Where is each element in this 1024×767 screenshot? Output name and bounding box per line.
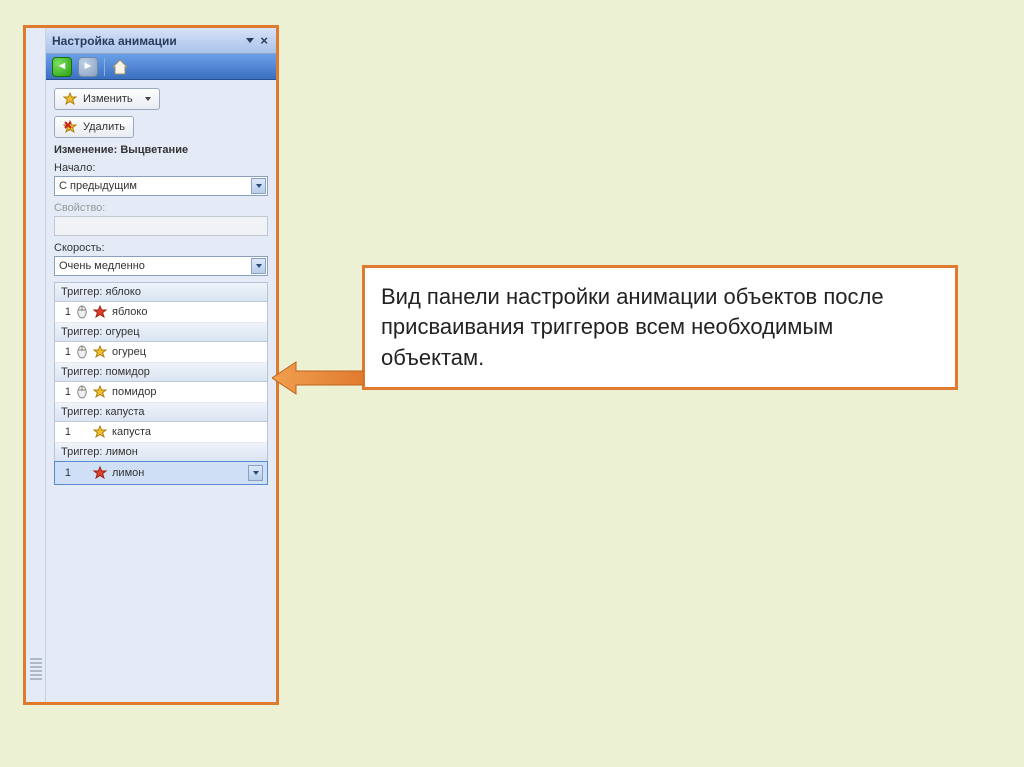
delete-button[interactable]: Удалить (54, 116, 134, 138)
nav-home-button[interactable] (111, 59, 129, 75)
start-select[interactable]: С предыдущим (54, 176, 268, 196)
nav-separator (104, 58, 105, 76)
trigger-header: Триггер: яблоко (55, 283, 267, 302)
trigger-row[interactable]: 1 огурец (55, 342, 267, 363)
effect-star-icon (93, 385, 107, 399)
effect-section-title: Изменение: Выцветание (54, 144, 268, 156)
property-select (54, 216, 268, 236)
chevron-down-icon (251, 258, 266, 274)
trigger-row[interactable]: 1 капуста (55, 422, 267, 443)
trigger-index: 1 (59, 467, 71, 479)
change-button[interactable]: Изменить (54, 88, 160, 110)
start-label: Начало: (54, 162, 268, 174)
trigger-label: яблоко (112, 306, 147, 318)
effect-star-icon (93, 466, 107, 480)
speed-select[interactable]: Очень медленно (54, 256, 268, 276)
trigger-index: 1 (59, 306, 71, 318)
speed-label: Скорость: (54, 242, 268, 254)
pointer-arrow-icon (272, 358, 364, 398)
trigger-header: Триггер: огурец (55, 323, 267, 342)
mouse-icon (76, 345, 88, 359)
mouse-icon (76, 305, 88, 319)
trigger-header: Триггер: капуста (55, 403, 267, 422)
trigger-label: помидор (112, 386, 156, 398)
trigger-index: 1 (59, 386, 71, 398)
trigger-index: 1 (59, 346, 71, 358)
trigger-row[interactable]: 1 лимон (54, 461, 268, 485)
panel-side-strip (26, 28, 46, 702)
description-callout: Вид панели настройки анимации объектов п… (362, 265, 958, 390)
panel-title: Настройка анимации (52, 34, 242, 48)
nav-back-button[interactable]: ◄ (52, 57, 72, 77)
trigger-index: 1 (59, 426, 71, 438)
property-label: Свойство: (54, 202, 268, 214)
panel-main: Настройка анимации × ◄ ► Изменить (46, 28, 276, 702)
panel-content: Изменить Удалить Изменение: Выц (46, 80, 276, 702)
chevron-down-icon[interactable] (248, 465, 263, 481)
effect-star-icon (93, 305, 107, 319)
trigger-header: Триггер: лимон (55, 443, 267, 462)
trigger-label: лимон (112, 467, 144, 479)
trigger-row[interactable]: 1 яблоко (55, 302, 267, 323)
effect-star-icon (93, 345, 107, 359)
delete-icon (63, 120, 77, 134)
trigger-label: огурец (112, 346, 146, 358)
trigger-label: капуста (112, 426, 151, 438)
animation-panel: Настройка анимации × ◄ ► Изменить (23, 25, 279, 705)
start-select-value: С предыдущим (59, 180, 251, 192)
mouse-icon (76, 385, 88, 399)
home-icon (111, 59, 129, 75)
panel-menu-icon[interactable] (246, 38, 254, 43)
effect-star-icon (63, 92, 77, 106)
trigger-row[interactable]: 1 помидор (55, 382, 267, 403)
close-icon[interactable]: × (258, 33, 270, 48)
panel-navbar: ◄ ► (46, 54, 276, 80)
effect-star-icon (93, 425, 107, 439)
speed-select-value: Очень медленно (59, 260, 251, 272)
change-button-label: Изменить (83, 93, 133, 105)
panel-titlebar: Настройка анимации × (46, 28, 276, 54)
trigger-header: Триггер: помидор (55, 363, 267, 382)
drag-handle-icon[interactable] (30, 658, 42, 682)
chevron-down-icon (145, 97, 151, 101)
trigger-list: Триггер: яблоко 1 яблоко Триггер: огурец 1 ог… (54, 282, 268, 485)
delete-button-label: Удалить (83, 121, 125, 133)
arrow-left-icon: ◄ (57, 61, 68, 72)
chevron-down-icon (251, 178, 266, 194)
arrow-right-icon: ► (83, 61, 94, 72)
nav-forward-button[interactable]: ► (78, 57, 98, 77)
